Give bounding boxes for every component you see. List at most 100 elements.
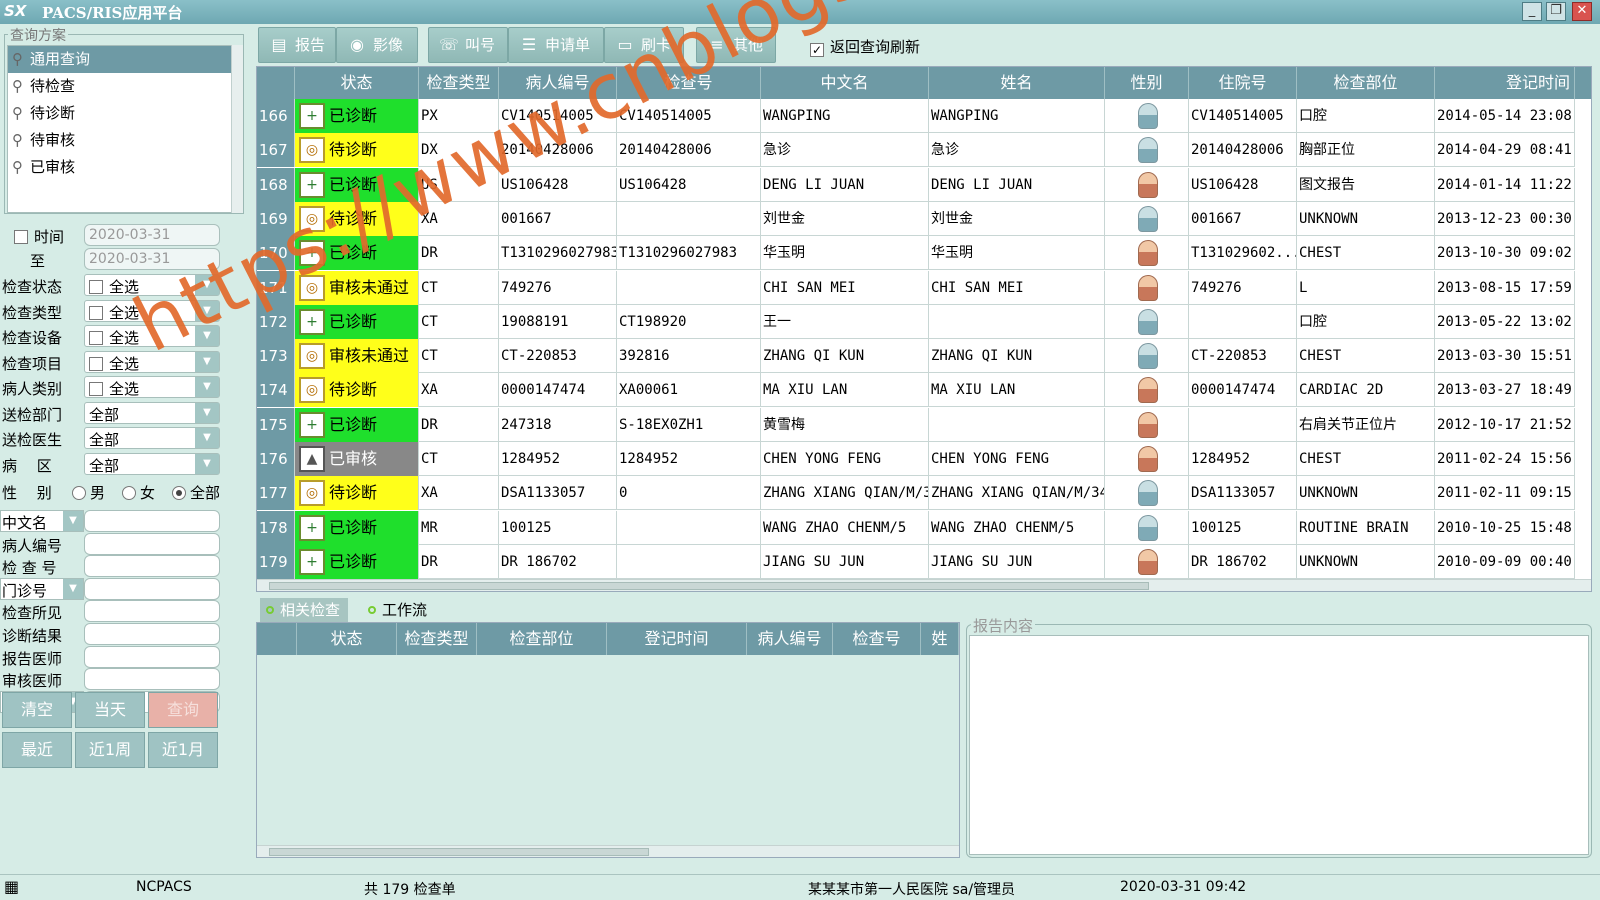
field-type-dropdown[interactable]: 门诊号 ▼ [0,577,84,600]
checkbox-icon[interactable] [89,331,103,345]
scheme-scrollbar[interactable] [231,45,243,213]
table-row[interactable]: 170 + 已诊断 DR T1310296027983 T1310296027983 华玉明… [257,236,1575,271]
return-refresh-option[interactable]: ✓ 返回查询刷新 [810,36,920,57]
table-row[interactable]: 174 ◎ 待诊断 XA 0000147474 XA00061 MA XIU LAN MA X… [257,373,1575,408]
checkbox-icon[interactable] [89,382,103,396]
text-input[interactable] [84,510,220,532]
table-row[interactable]: 167 ◎ 待诊断 DX 20140428006 20140428006 急诊 急诊 20140… [257,133,1575,168]
scheme-item[interactable]: ⚲ 待检查 [8,73,232,100]
chevron-down-icon[interactable]: ▼ [195,377,219,397]
last-week-button[interactable]: 近1周 [75,732,145,768]
gender-male-option[interactable]: 男 [72,482,105,503]
table-row[interactable]: 176 ▲ 已审核 CT 1284952 1284952 CHEN YONG FENG CHE… [257,442,1575,476]
filter-dropdown[interactable]: 全选 ▼ [84,376,220,398]
query-button[interactable]: 查询 [148,692,218,728]
checkbox-icon[interactable] [89,280,103,294]
column-header[interactable]: 病人编号 [499,67,617,99]
chevron-down-icon[interactable]: ▼ [63,578,83,599]
filter-dropdown[interactable]: 全部 ▼ [84,401,220,424]
checkbox-icon[interactable] [89,305,103,320]
swipe-card-button[interactable]: ▭ 刷卡 [604,27,684,63]
minimize-button[interactable]: _ [1522,2,1542,21]
scheme-item[interactable]: ⚲ 待诊断 [8,100,232,127]
column-header[interactable]: 检查部位 [1297,67,1435,99]
filter-dropdown[interactable]: 全部 ▼ [84,452,220,475]
related-horizontal-scrollbar[interactable] [257,845,959,857]
related-column-header[interactable]: 检查号 [833,623,921,655]
clear-button[interactable]: 清空 [2,692,72,728]
tab-related-exams[interactable]: 相关检查 [260,598,349,622]
scheme-item[interactable]: ⚲ 通用查询 [8,46,232,73]
scheme-item[interactable]: ⚲ 待审核 [8,127,232,154]
filter-dropdown[interactable]: 全选 ▼ [84,299,220,322]
scrollbar-thumb[interactable] [269,582,1149,590]
chevron-down-icon[interactable]: ▼ [195,326,219,346]
table-row[interactable]: 177 ◎ 待诊断 XA DSA1133057 0 ZHANG XIANG QIAN/M/3… [257,476,1575,511]
related-column-header[interactable]: 登记时间 [607,623,747,655]
chevron-down-icon[interactable]: ▼ [195,428,219,448]
date-from-input[interactable]: 2020-03-31 [84,224,220,246]
text-input[interactable] [84,600,220,623]
last-month-button[interactable]: 近1月 [148,732,218,768]
table-row[interactable]: 173 ◎ 审核未通过 CT CT-220853 392816 ZHANG QI KUN ZH… [257,339,1575,374]
text-input[interactable] [84,577,220,600]
image-button[interactable]: ◉ 影像 [336,27,418,63]
application-form-button[interactable]: ☰ 申请单 [508,27,604,63]
today-button[interactable]: 当天 [75,692,145,728]
table-row[interactable]: 166 + 已诊断 PX CV140514005 CV140514005 WANGPING W… [257,99,1575,133]
text-input[interactable] [84,668,220,691]
table-row[interactable]: 168 + 已诊断 US US106428 US106428 DENG LI JUAN DEN… [257,167,1575,202]
chevron-down-icon[interactable]: ▼ [195,275,219,295]
column-header[interactable] [257,67,295,99]
chevron-down-icon[interactable]: ▼ [195,402,219,423]
column-header[interactable]: 姓名 [929,67,1105,99]
gender-all-option[interactable]: 全部 [172,482,220,503]
related-column-header[interactable]: 检查部位 [477,623,607,655]
filter-dropdown[interactable]: 全选 ▼ [84,350,220,373]
chevron-down-icon[interactable]: ▼ [195,300,219,321]
table-row[interactable]: 175 + 已诊断 DR 247318 S-18EX0ZH1 黄雪梅 右肩关节正位片 2012-… [257,407,1575,442]
table-row[interactable]: 179 + 已诊断 DR DR 186702 JIANG SU JUN JIANG SU J… [257,544,1575,579]
related-column-header[interactable]: 姓 [921,623,959,655]
text-input[interactable] [84,555,220,578]
tab-workflow[interactable]: 工作流 [362,598,435,622]
close-button[interactable]: ✕ [1572,2,1592,21]
column-header[interactable]: 中文名 [761,67,929,99]
gender-female-option[interactable]: 女 [122,482,155,503]
related-column-header[interactable]: 状态 [297,623,397,655]
column-header[interactable]: 检查号 [617,67,761,99]
report-content-textarea[interactable] [969,635,1589,855]
chevron-down-icon[interactable]: ▼ [195,351,219,372]
column-header[interactable]: 检查类型 [419,67,499,99]
filter-dropdown[interactable]: 全选 ▼ [84,274,220,296]
table-row[interactable]: 171 ◎ 审核未通过 CT 749276 CHI SAN MEI CHI SAN MEI 7… [257,270,1575,305]
checkbox-icon[interactable] [89,356,103,371]
other-button[interactable]: ≡ 其他 [696,27,776,63]
grid-horizontal-scrollbar[interactable] [257,579,1591,591]
recent-button[interactable]: 最近 [2,732,72,768]
call-button[interactable]: ☏ 叫号 [428,27,508,63]
text-input[interactable] [84,532,220,555]
related-column-header[interactable] [257,623,297,655]
table-row[interactable]: 172 + 已诊断 CT 19088191 CT198920 王一 口腔 2013-05-22 … [257,304,1575,339]
related-column-header[interactable]: 病人编号 [747,623,833,655]
scheme-item[interactable]: ⚲ 已审核 [8,154,232,181]
date-to-input[interactable]: 2020-03-31 [84,248,220,270]
column-header[interactable]: 住院号 [1189,67,1297,99]
text-input[interactable] [84,623,220,645]
maximize-button[interactable]: ❐ [1546,2,1566,21]
column-header[interactable]: 状态 [295,67,419,99]
field-type-dropdown[interactable]: 中文名 ▼ [0,510,84,532]
related-column-header[interactable]: 检查类型 [397,623,477,655]
scrollbar-thumb[interactable] [269,848,649,856]
report-button[interactable]: ▤ 报告 [258,27,336,63]
chevron-down-icon[interactable]: ▼ [63,511,83,531]
filter-dropdown[interactable]: 全部 ▼ [84,427,220,449]
column-header[interactable]: 登记时间 [1435,67,1575,99]
text-input[interactable] [84,645,220,668]
time-checkbox[interactable] [14,230,28,244]
filter-dropdown[interactable]: 全选 ▼ [84,325,220,347]
chevron-down-icon[interactable]: ▼ [195,453,219,474]
table-row[interactable]: 178 + 已诊断 MR 100125 WANG ZHAO CHENM/5 WANG ZHA… [257,510,1575,545]
column-header[interactable]: 性别 [1105,67,1189,99]
